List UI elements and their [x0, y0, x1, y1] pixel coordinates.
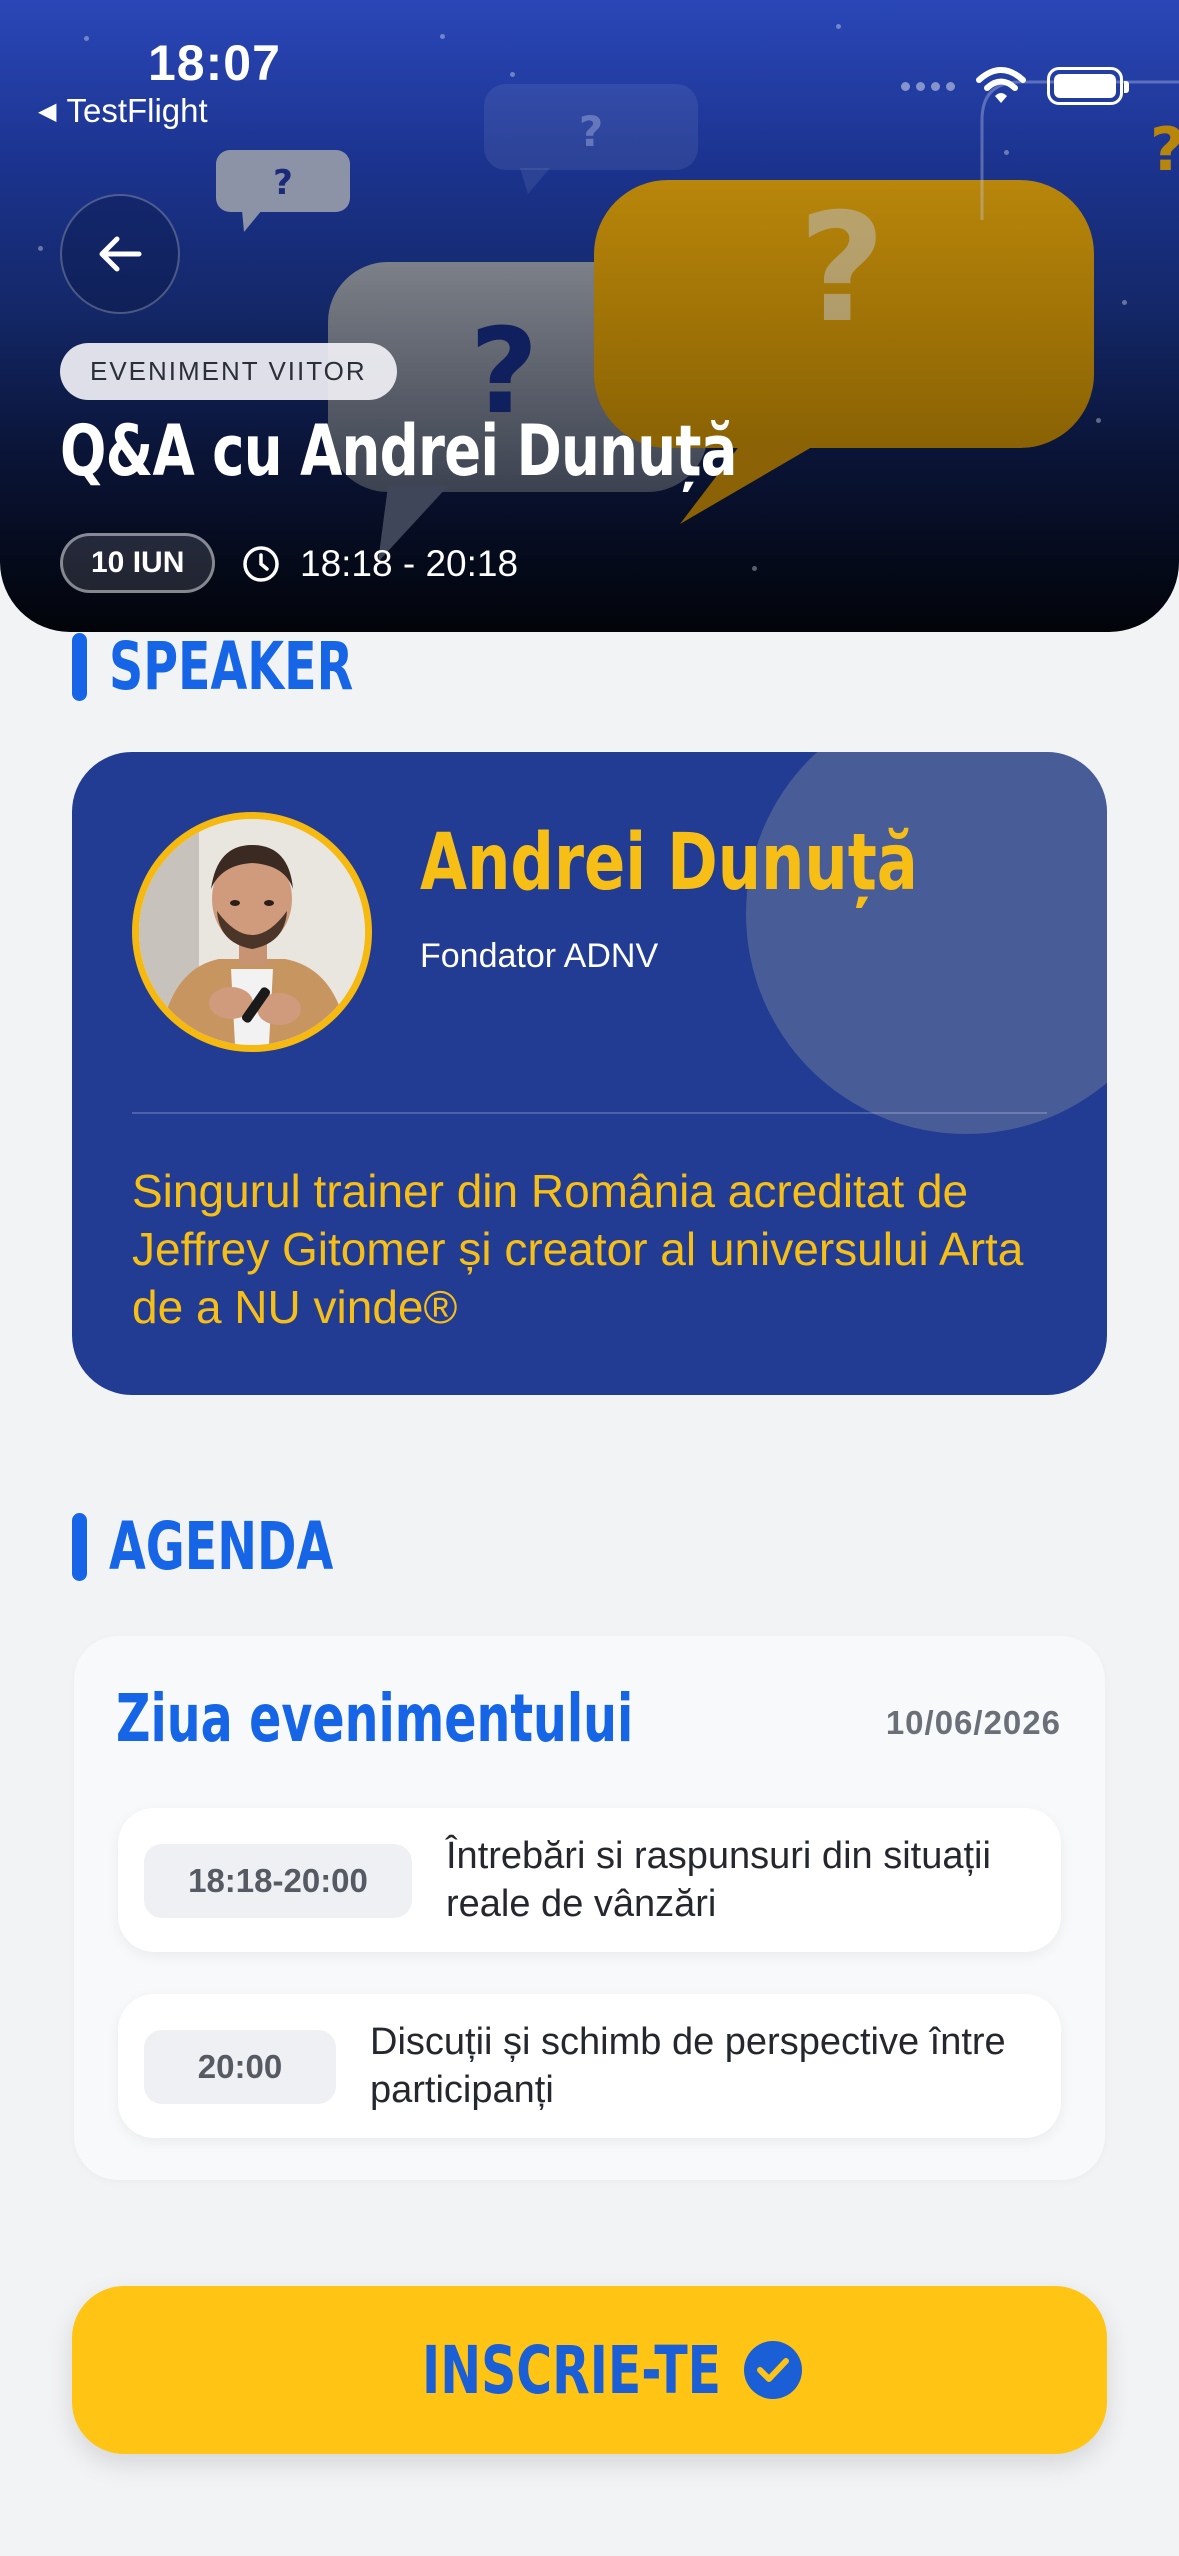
agenda-card: Ziua evenimentului 10/06/2026 18:18-20:0…: [74, 1636, 1105, 2180]
star-decoration: [440, 34, 445, 39]
signal-dots-icon: [901, 81, 955, 91]
agenda-item: 20:00 Discuții și schimb de perspective …: [118, 1994, 1061, 2138]
star-decoration: [510, 72, 515, 77]
speaker-name: Andrei Dunuță: [420, 818, 918, 908]
agenda-item-time: 18:18-20:00: [144, 1844, 412, 1918]
speaker-bio: Singurul trainer din România acreditat d…: [132, 1165, 1024, 1333]
question-bubble-icon: ?: [216, 150, 350, 232]
status-badge: EVENIMENT VIITOR: [60, 343, 397, 400]
clock-icon: [243, 546, 279, 582]
svg-text:?: ?: [1150, 115, 1179, 185]
agenda-heading: AGENDA: [72, 1508, 420, 1585]
speaker-role: Fondator ADNV: [420, 937, 659, 975]
star-decoration: [38, 246, 43, 251]
heading-accent-bar: [72, 632, 87, 701]
back-button[interactable]: [60, 194, 180, 314]
date-chip: 10 IUN: [60, 533, 216, 593]
agenda-day-title: Ziua evenimentului: [116, 1680, 634, 1757]
battery-icon: [1047, 67, 1129, 105]
status-time: 18:07: [148, 35, 281, 91]
decorative-circle: [746, 752, 1107, 1134]
back-to-testflight[interactable]: ◀ TestFlight: [38, 92, 208, 130]
star-decoration: [84, 36, 89, 41]
back-triangle-icon: ◀: [38, 97, 57, 125]
agenda-heading-text: AGENDA: [109, 1508, 334, 1585]
speaker-card: Andrei Dunuță Fondator ADNV Singurul tra…: [72, 752, 1107, 1395]
agenda-item-description: Discuții și schimb de perspective între …: [370, 2021, 1006, 2111]
register-button[interactable]: INSCRIE-TE: [72, 2286, 1107, 2454]
agenda-item-time: 20:00: [144, 2030, 336, 2104]
speaker-heading: SPEAKER: [72, 628, 448, 705]
status-icons: [901, 66, 1129, 106]
check-circle-icon: [743, 2341, 802, 2399]
event-time: 18:18 - 20:18: [242, 536, 518, 592]
event-title: Q&A cu Andrei Dunuță: [60, 410, 737, 492]
speaker-heading-text: SPEAKER: [109, 628, 354, 705]
time-range: 18:18 - 20:18: [300, 543, 519, 584]
star-decoration: [1096, 418, 1101, 423]
question-bubble-icon: ?: [484, 84, 698, 194]
svg-text:?: ?: [579, 107, 603, 156]
star-decoration: [1122, 300, 1127, 305]
back-app-label: TestFlight: [66, 92, 208, 129]
arrow-left-icon: [99, 236, 142, 272]
star-decoration: [836, 24, 841, 29]
svg-text:?: ?: [798, 182, 885, 356]
speaker-avatar: [132, 812, 372, 1052]
agenda-day-date: 10/06/2026: [885, 1704, 1061, 1741]
agenda-item-description: Întrebări si raspunsuri din situații rea…: [446, 1835, 991, 1925]
wifi-icon: [976, 67, 1026, 103]
heading-accent-bar: [72, 1512, 87, 1581]
divider: [132, 1112, 1047, 1114]
agenda-item: 18:18-20:00 Întrebări si raspunsuri din …: [118, 1808, 1061, 1952]
event-hero: ? ? ? ? ? 18:07 ◀ TestFlight: [0, 0, 1179, 632]
star-decoration: [752, 566, 757, 571]
register-button-label: INSCRIE-TE: [422, 2331, 722, 2409]
svg-text:?: ?: [273, 163, 293, 203]
